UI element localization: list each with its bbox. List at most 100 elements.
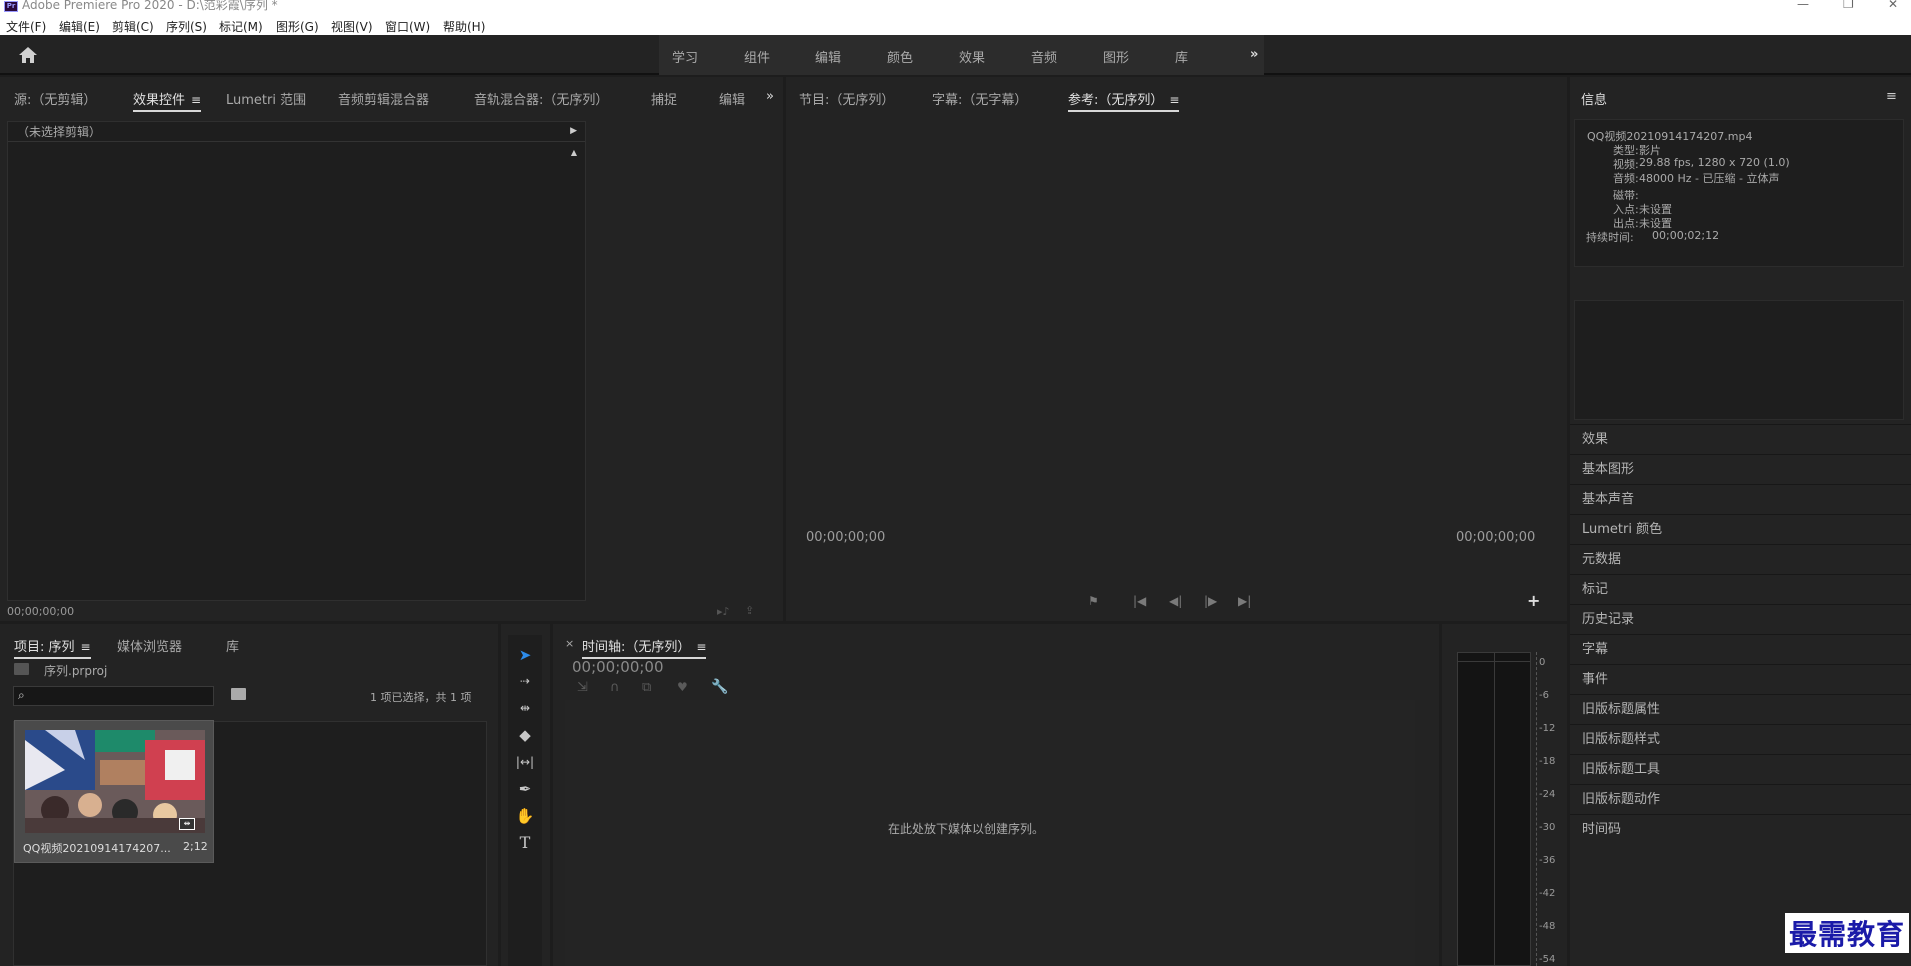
project-search-input[interactable]: ⌕ [13, 686, 214, 706]
info-preview-area [1574, 300, 1904, 420]
panel-captions[interactable]: 字幕 [1570, 634, 1911, 664]
new-bin-icon[interactable] [231, 688, 246, 700]
type-tool-icon[interactable]: T [515, 833, 535, 853]
workspace-editing[interactable]: 编辑 [815, 47, 841, 66]
tab-source[interactable]: 源:（无剪辑） [14, 89, 96, 108]
tab-captions[interactable]: 字幕:（无字幕） [932, 89, 1027, 108]
project-item-card[interactable]: ⇹ QQ视频20210914174207... 2;12 [14, 720, 214, 863]
menu-window[interactable]: 窗口(W) [385, 18, 430, 35]
panel-legacy-title-actions[interactable]: 旧版标题动作 [1570, 784, 1911, 814]
panel-menu-icon[interactable]: ≡ [696, 640, 706, 654]
panel-markers[interactable]: 标记 [1570, 574, 1911, 604]
panel-essential-graphics[interactable]: 基本图形 [1570, 454, 1911, 484]
menu-help[interactable]: 帮助(H) [443, 18, 485, 35]
title-bar: Pr Adobe Premiere Pro 2020 - D:\范彩霞\序列 *… [0, 0, 1911, 14]
menu-view[interactable]: 视图(V) [331, 18, 373, 35]
menu-file[interactable]: 文件(F) [6, 18, 46, 35]
panel-essential-sound[interactable]: 基本声音 [1570, 484, 1911, 514]
panel-legacy-title-styles[interactable]: 旧版标题样式 [1570, 724, 1911, 754]
info-duration-label: 持续时间: [1586, 231, 1634, 244]
tab-timeline-label: 时间轴:（无序列） [582, 640, 691, 655]
program-panel: 节目:（无序列） 字幕:（无字幕） 参考:（无序列） ≡ 00;00;00;00 … [786, 77, 1567, 621]
panel-history[interactable]: 历史记录 [1570, 604, 1911, 634]
clip-header-label: （未选择剪辑） [17, 125, 102, 139]
tab-effect-controls[interactable]: 效果控件 ≡ [133, 89, 202, 112]
menu-sequence[interactable]: 序列(S) [166, 18, 207, 35]
tab-reference[interactable]: 参考:（无序列） ≡ [1068, 89, 1180, 112]
workspace-audio[interactable]: 音频 [1031, 47, 1057, 66]
panel-legacy-title-properties[interactable]: 旧版标题属性 [1570, 694, 1911, 724]
db-label: 0 [1539, 657, 1546, 668]
linked-selection-icon[interactable]: ⧉ [642, 680, 651, 695]
panel-timecode[interactable]: 时间码 [1570, 814, 1911, 844]
panel-menu-icon[interactable]: ≡ [1169, 93, 1179, 107]
workspace-color[interactable]: 颜色 [887, 47, 913, 66]
panel-events[interactable]: 事件 [1570, 664, 1911, 694]
tab-capture[interactable]: 捕捉 [651, 89, 677, 108]
tab-program[interactable]: 节目:（无序列） [799, 89, 894, 108]
workspace-libraries[interactable]: 库 [1175, 47, 1188, 66]
selection-tool-icon[interactable]: ➤ [515, 645, 535, 665]
add-button-icon[interactable]: + [1527, 591, 1540, 610]
scroll-up-icon[interactable]: ▲ [571, 148, 577, 157]
ripple-edit-tool-icon[interactable]: ⇹ [515, 698, 535, 718]
timeline-drop-area[interactable]: 在此处放下媒体以创建序列。 [565, 700, 1415, 966]
pen-tool-icon[interactable]: ✒ [515, 779, 535, 799]
panel-menu-icon[interactable]: ≡ [191, 93, 201, 107]
panel-menu-icon[interactable]: ≡ [1886, 89, 1897, 104]
workspace-effects[interactable]: 效果 [959, 47, 985, 66]
timeline-panel: × 时间轴:（无序列） ≡ 00;00;00;00 ⇲ ∩ ⧉ ♥ 🔧 在此处放下… [553, 624, 1439, 966]
panel-legacy-title-tools[interactable]: 旧版标题工具 [1570, 754, 1911, 784]
window-title: Adobe Premiere Pro 2020 - D:\范彩霞\序列 * [22, 0, 278, 12]
workspace-graphics[interactable]: 图形 [1103, 47, 1129, 66]
panel-lumetri-color[interactable]: Lumetri 颜色 [1570, 514, 1911, 544]
timeline-close-icon[interactable]: × [565, 637, 574, 650]
panel-effects[interactable]: 效果 [1570, 424, 1911, 454]
wrench-icon[interactable]: 🔧 [711, 679, 728, 695]
tab-timeline[interactable]: 时间轴:（无序列） ≡ [582, 636, 707, 659]
track-select-tool-icon[interactable]: ⇢ [515, 671, 535, 691]
export-icon[interactable]: ⇪ [745, 604, 754, 617]
effect-controls-area: （未选择剪辑） ▶ ▲ [7, 121, 586, 601]
clip-thumbnail [25, 730, 205, 833]
more-tabs-icon[interactable]: » [766, 89, 774, 104]
add-marker-icon[interactable]: ⚑ [1088, 594, 1099, 608]
menu-edit[interactable]: 编辑(E) [59, 18, 100, 35]
tab-project[interactable]: 项目: 序列 ≡ [14, 636, 91, 659]
tab-audio-clip-mixer[interactable]: 音频剪辑混合器 [338, 89, 429, 108]
workspace-assembly[interactable]: 组件 [744, 47, 770, 66]
tab-project-label: 项目: 序列 [14, 640, 75, 655]
close-icon[interactable]: ✕ [1888, 0, 1898, 10]
tab-lumetri-scopes[interactable]: Lumetri 范围 [226, 89, 306, 108]
filter-icon[interactable]: ▸♪ [717, 605, 730, 618]
insert-sequence-icon[interactable]: ⇲ [577, 680, 588, 695]
workspace-learn[interactable]: 学习 [672, 47, 698, 66]
add-marker-icon[interactable]: ♥ [677, 680, 688, 694]
play-triangle-icon[interactable]: ▶ [570, 126, 577, 136]
step-forward-icon[interactable]: |▶ [1204, 594, 1217, 608]
tab-libraries[interactable]: 库 [226, 636, 239, 655]
razor-tool-icon[interactable]: ◆ [515, 725, 535, 745]
hand-tool-icon[interactable]: ✋ [515, 806, 535, 826]
panel-menu-icon[interactable]: ≡ [81, 640, 91, 654]
minimize-icon[interactable]: — [1797, 0, 1809, 10]
slip-tool-icon[interactable]: |↔| [515, 752, 535, 772]
tab-edit[interactable]: 编辑 [719, 89, 745, 108]
tab-audio-track-mixer[interactable]: 音轨混合器:（无序列） [474, 89, 608, 108]
menu-marker[interactable]: 标记(M) [219, 18, 263, 35]
snap-icon[interactable]: ∩ [610, 680, 620, 695]
clip-thumbnail-image [25, 730, 205, 833]
home-icon[interactable] [18, 46, 38, 64]
restore-icon[interactable]: ❐ [1843, 0, 1854, 10]
audio-meter [1457, 652, 1531, 966]
panel-metadata[interactable]: 元数据 [1570, 544, 1911, 574]
go-to-in-icon[interactable]: |◀ [1133, 594, 1146, 608]
go-to-out-icon[interactable]: ▶| [1238, 594, 1251, 608]
step-back-icon[interactable]: ◀| [1169, 594, 1182, 608]
more-workspaces-icon[interactable]: » [1250, 47, 1258, 62]
menu-clip[interactable]: 剪辑(C) [112, 18, 154, 35]
tab-media-browser[interactable]: 媒体浏览器 [117, 636, 182, 655]
info-audio-label: 音频: [1613, 172, 1639, 185]
workspace-bar: 学习 组件 编辑 颜色 效果 音频 图形 库 » [0, 35, 1911, 75]
menu-graphics[interactable]: 图形(G) [276, 18, 319, 35]
